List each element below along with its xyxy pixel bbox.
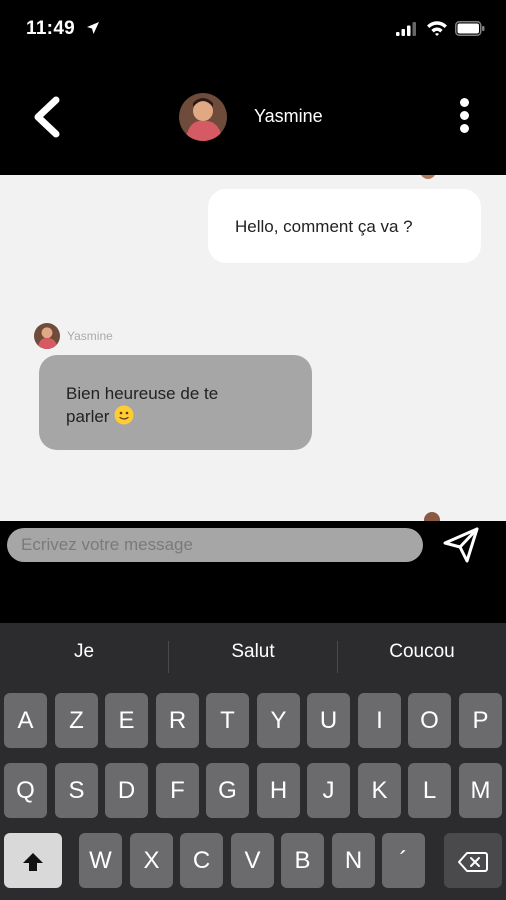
messages-area[interactable]: Hello, comment ça va ? Yasmine Bien heur… bbox=[0, 175, 506, 521]
key[interactable]: K bbox=[358, 763, 401, 818]
message-input[interactable] bbox=[7, 528, 423, 562]
slightly-smiling-face-icon bbox=[114, 405, 134, 425]
chat-header: Yasmine bbox=[0, 60, 506, 175]
avatar-image bbox=[179, 93, 227, 141]
key[interactable]: X bbox=[130, 833, 173, 888]
key[interactable]: I bbox=[358, 693, 401, 748]
shift-arrow-icon bbox=[23, 852, 43, 871]
wifi-icon bbox=[427, 21, 447, 36]
key[interactable]: F bbox=[156, 763, 199, 818]
key[interactable]: L bbox=[408, 763, 451, 818]
backspace-icon bbox=[458, 851, 488, 872]
key[interactable]: V bbox=[231, 833, 274, 888]
cellular-signal-icon bbox=[396, 22, 416, 36]
keyboard: Je Salut Coucou A Z E R T Y U I O P Q S … bbox=[0, 623, 506, 900]
outgoing-message-bubble[interactable]: Hello, comment ça va ? bbox=[208, 189, 481, 263]
suggestion-2[interactable]: Salut bbox=[169, 641, 337, 663]
key[interactable]: B bbox=[281, 833, 324, 888]
sender-name: Yasmine bbox=[67, 329, 113, 343]
key[interactable]: J bbox=[307, 763, 350, 818]
contact-name[interactable]: Yasmine bbox=[254, 106, 323, 127]
key[interactable]: N bbox=[332, 833, 375, 888]
key[interactable]: E bbox=[105, 693, 148, 748]
partial-avatar bbox=[420, 175, 436, 179]
message-line-1: Bien heureuse de te bbox=[66, 384, 219, 403]
message-composer bbox=[0, 521, 506, 623]
contact-avatar[interactable] bbox=[179, 93, 227, 141]
key[interactable]: G bbox=[206, 763, 249, 818]
key[interactable]: A bbox=[4, 693, 47, 748]
key[interactable]: R bbox=[156, 693, 199, 748]
location-arrow-icon bbox=[87, 22, 99, 34]
back-button[interactable] bbox=[28, 94, 68, 140]
key[interactable]: Y bbox=[257, 693, 300, 748]
suggestion-1[interactable]: Je bbox=[0, 641, 168, 663]
battery-icon bbox=[455, 21, 485, 36]
suggestion-3[interactable]: Coucou bbox=[338, 641, 506, 663]
backspace-key[interactable] bbox=[444, 833, 502, 888]
message-line-2: parler bbox=[66, 407, 110, 426]
key[interactable]: C bbox=[180, 833, 223, 888]
key[interactable]: D bbox=[105, 763, 148, 818]
avatar-image bbox=[34, 323, 60, 349]
send-paper-plane-icon bbox=[443, 527, 479, 563]
chevron-left-icon bbox=[34, 96, 60, 138]
dot bbox=[459, 124, 469, 133]
partial-avatar bbox=[424, 512, 440, 521]
more-options-button[interactable] bbox=[452, 98, 476, 138]
accent-key[interactable]: ´ bbox=[382, 833, 425, 888]
key[interactable]: S bbox=[55, 763, 98, 818]
key[interactable]: O bbox=[408, 693, 451, 748]
incoming-message-bubble[interactable]: Bien heureuse de te parler bbox=[39, 355, 312, 450]
key[interactable]: P bbox=[459, 693, 502, 748]
status-bar: 11:49 bbox=[0, 0, 506, 60]
sender-avatar bbox=[34, 323, 60, 349]
send-button[interactable] bbox=[441, 525, 481, 565]
key[interactable]: Z bbox=[55, 693, 98, 748]
key[interactable]: H bbox=[257, 763, 300, 818]
key[interactable]: T bbox=[206, 693, 249, 748]
key[interactable]: Q bbox=[4, 763, 47, 818]
message-text: Bien heureuse de te parler bbox=[66, 382, 296, 428]
dot bbox=[459, 111, 469, 120]
key[interactable]: W bbox=[79, 833, 122, 888]
shift-key[interactable] bbox=[4, 833, 62, 888]
status-time: 11:49 bbox=[26, 18, 76, 39]
key[interactable]: U bbox=[307, 693, 350, 748]
key[interactable]: M bbox=[459, 763, 502, 818]
dot bbox=[459, 98, 469, 107]
message-text: Hello, comment ça va ? bbox=[235, 217, 413, 236]
